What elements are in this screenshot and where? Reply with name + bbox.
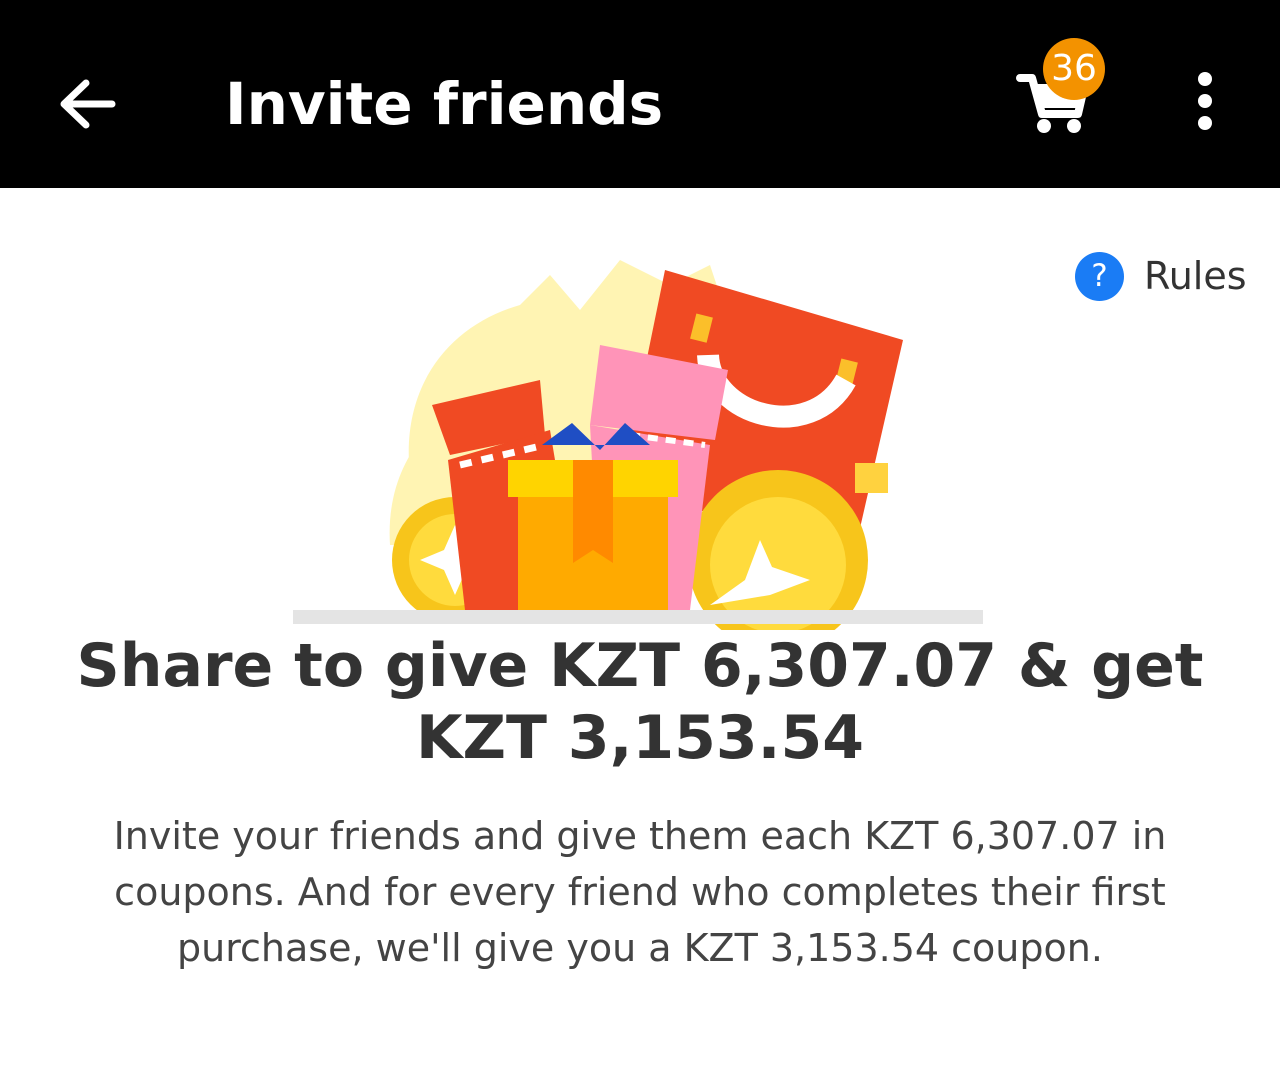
rules-label: Rules xyxy=(1144,254,1247,298)
app-bar: Invite friends 36 xyxy=(0,0,1280,188)
back-button[interactable] xyxy=(50,66,126,142)
gift-bag-illustration xyxy=(290,245,990,650)
page-title: Invite friends xyxy=(225,70,664,138)
rules-button[interactable]: ? Rules xyxy=(1075,250,1247,302)
more-vertical-icon xyxy=(1198,72,1212,130)
promo-description: Invite your friends and give them each K… xyxy=(113,814,1167,970)
cart-count-badge: 36 xyxy=(1043,38,1105,100)
promo-headline: Share to give KZT 6,307.07 & get KZT 3,1… xyxy=(76,631,1204,773)
arrow-left-icon xyxy=(60,79,116,129)
question-circle-icon: ? xyxy=(1075,251,1124,301)
more-options-button[interactable] xyxy=(1180,70,1230,132)
